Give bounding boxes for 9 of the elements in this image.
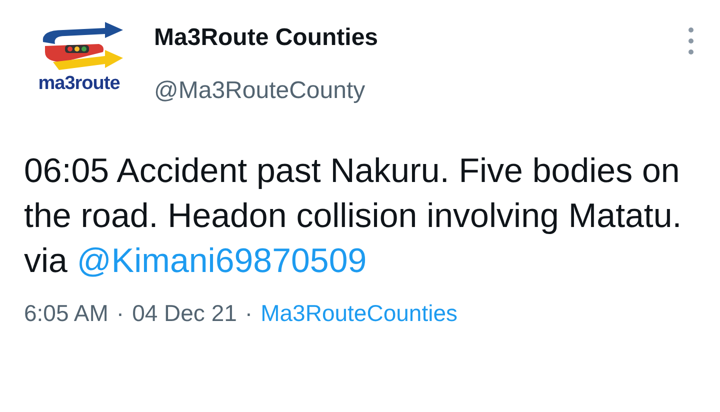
logo-text: ma3route xyxy=(38,74,120,93)
tweet-time: 6:05 AM xyxy=(24,298,108,328)
account-name[interactable]: Ma3Route Counties xyxy=(154,24,686,53)
separator-dot: · xyxy=(116,298,124,328)
tweet-date: 04 Dec 21 xyxy=(132,298,237,328)
more-icon[interactable] xyxy=(686,26,696,56)
account-handle[interactable]: @Ma3RouteCounty xyxy=(154,72,686,109)
tweet-text: 06:05 Accident past Nakuru. Five bodies on the road. Headon collision involving Matatu. via @Kimani69870509 xyxy=(23,150,683,282)
separator-dot: · xyxy=(244,298,253,328)
